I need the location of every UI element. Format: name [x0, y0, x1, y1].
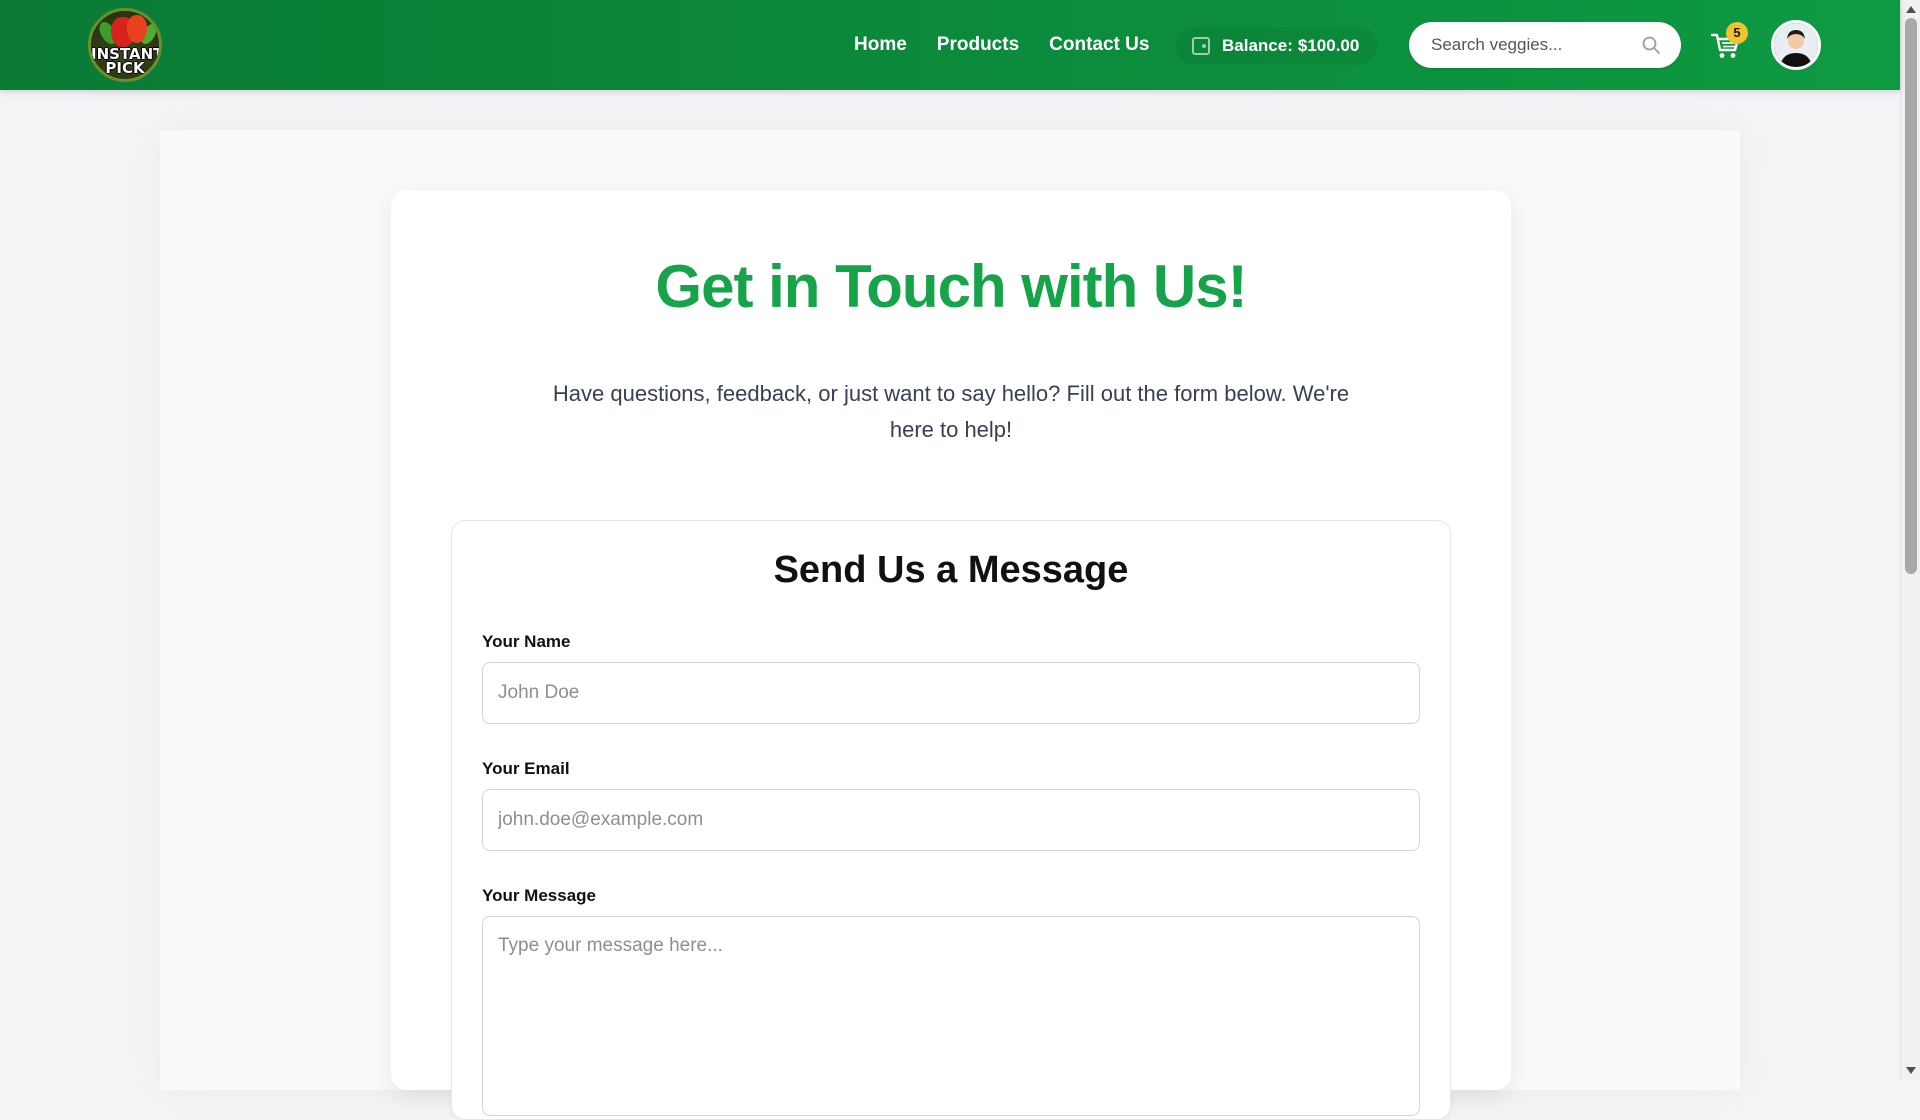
search-box — [1409, 22, 1681, 68]
balance-value: $100.00 — [1297, 36, 1360, 55]
avatar-icon — [1774, 23, 1818, 67]
logo-text: INSTANT PICK — [91, 45, 162, 77]
scroll-up-arrow[interactable] — [1906, 6, 1916, 13]
form-title: Send Us a Message — [773, 549, 1129, 591]
contact-card: Get in Touch with Us! Have questions, fe… — [391, 190, 1511, 1120]
scroll-down-arrow[interactable] — [1906, 1067, 1916, 1074]
message-label: Your Message — [482, 886, 597, 905]
search-input[interactable] — [1429, 32, 1639, 58]
scroll-thumb[interactable] — [1905, 18, 1917, 574]
contact-form: Send Us a Message Your Name Your Email Y… — [451, 520, 1451, 1120]
user-avatar[interactable] — [1771, 20, 1821, 70]
email-label: Your Email — [482, 759, 570, 778]
nav-home[interactable]: Home — [854, 28, 907, 62]
page-subtitle: Have questions, feedback, or just want t… — [552, 381, 1350, 442]
name-field[interactable] — [482, 662, 1420, 724]
main-nav: Home Products Contact Us — [854, 28, 1149, 62]
balance-pill: Balance: $100.00 — [1176, 27, 1378, 65]
message-field[interactable] — [482, 916, 1420, 1116]
cart-count-badge: 5 — [1726, 22, 1748, 44]
top-navbar: INSTANT PICK Home Products Contact Us Ba… — [0, 0, 1900, 90]
balance-label: Balance: — [1222, 36, 1293, 55]
page-scrollbar[interactable] — [1900, 0, 1920, 1080]
name-label: Your Name — [482, 632, 571, 651]
instant-pick-logo[interactable]: INSTANT PICK — [88, 8, 162, 82]
nav-products[interactable]: Products — [937, 28, 1019, 62]
email-field[interactable] — [482, 789, 1420, 851]
page-title: Get in Touch with Us! — [655, 253, 1247, 320]
wallet-icon — [1192, 37, 1210, 55]
search-icon[interactable] — [1641, 35, 1661, 55]
nav-contact-us[interactable]: Contact Us — [1049, 28, 1149, 62]
